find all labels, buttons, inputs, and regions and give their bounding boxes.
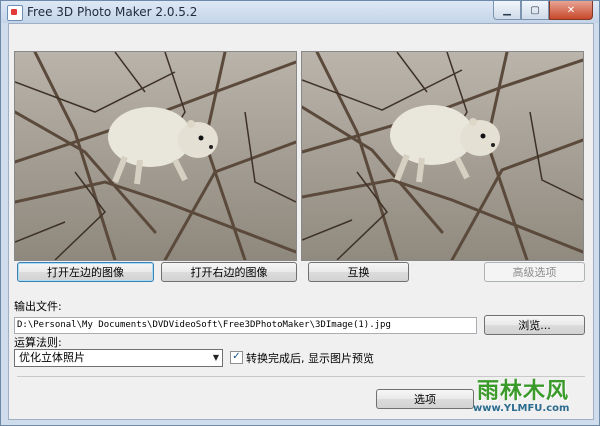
watermark-logo: 雨林木风 www.YLMFU.com [467,363,595,421]
options-button[interactable]: 选项 [376,389,474,409]
chevron-down-icon: ▼ [212,353,219,362]
maximize-icon[interactable]: ▢ [521,1,549,20]
right-photo [302,52,583,260]
watermark-url: www.YLMFU.com [473,403,570,414]
open-right-image-button[interactable]: 打开右边的图像 [161,262,297,282]
show-preview-checkbox[interactable]: ✓ [230,351,243,364]
show-preview-label: 转换完成后, 显示图片预览 [246,352,374,365]
algorithm-selected-value: 优化立体照片 [19,351,85,364]
advanced-options-button[interactable]: 高级选项 [484,262,585,282]
browse-button[interactable]: 浏览... [484,315,585,335]
main-panel: 打开左边的图像 打开右边的图像 互换 高级选项 输出文件: D:\Persona… [8,23,594,420]
close-icon[interactable]: ✕ [549,1,593,20]
output-file-label: 输出文件: [14,300,62,313]
right-image-preview [301,51,584,261]
window-title: Free 3D Photo Maker 2.0.5.2 [27,5,198,19]
left-image-preview [14,51,297,261]
app-window: Free 3D Photo Maker 2.0.5.2 ▁ ▢ ✕ 打开左边的图… [0,0,600,426]
swap-button[interactable]: 互换 [308,262,409,282]
window-controls: ▁ ▢ ✕ [493,1,593,21]
algorithm-label: 运算法则: [14,336,62,349]
output-file-path-field[interactable]: D:\Personal\My Documents\DVDVideoSoft\Fr… [14,317,477,334]
title-bar[interactable]: Free 3D Photo Maker 2.0.5.2 ▁ ▢ ✕ [1,1,599,23]
watermark-text: 雨林木风 [477,379,570,404]
left-photo [15,52,296,260]
app-icon [7,5,23,21]
minimize-icon[interactable]: ▁ [493,1,521,20]
algorithm-select[interactable]: 优化立体照片 ▼ [14,349,223,367]
open-left-image-button[interactable]: 打开左边的图像 [17,262,154,282]
